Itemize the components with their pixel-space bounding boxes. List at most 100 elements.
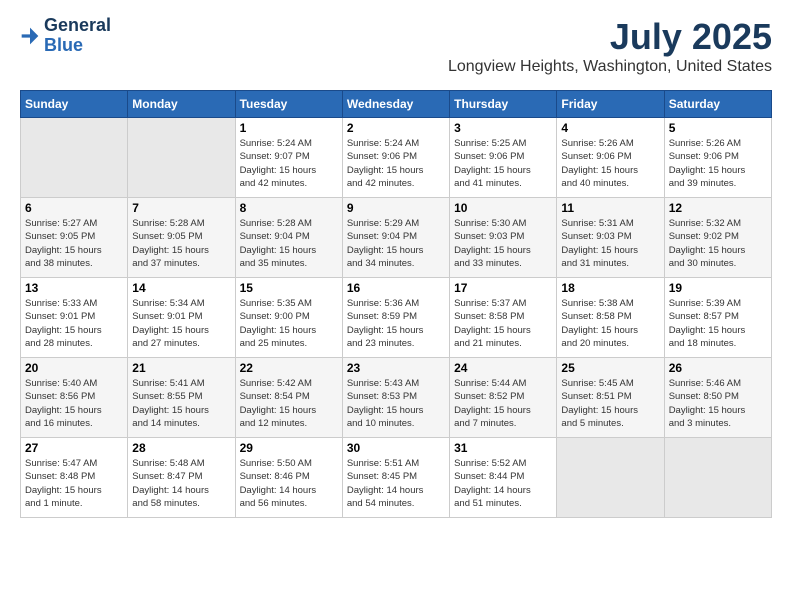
day-number: 13 — [25, 281, 123, 295]
day-info: Sunrise: 5:38 AMSunset: 8:58 PMDaylight:… — [561, 297, 659, 350]
day-info: Sunrise: 5:26 AMSunset: 9:06 PMDaylight:… — [561, 137, 659, 190]
calendar-cell: 31Sunrise: 5:52 AMSunset: 8:44 PMDayligh… — [450, 438, 557, 518]
calendar-cell: 1 Sunrise: 5:24 AMSunset: 9:07 PMDaylight… — [235, 118, 342, 198]
calendar-cell: 28Sunrise: 5:48 AMSunset: 8:47 PMDayligh… — [128, 438, 235, 518]
day-info: Sunrise: 5:43 AMSunset: 8:53 PMDaylight:… — [347, 377, 445, 430]
dow-header: Monday — [128, 91, 235, 118]
dow-header: Tuesday — [235, 91, 342, 118]
day-number: 4 — [561, 121, 659, 135]
day-number: 3 — [454, 121, 552, 135]
day-number: 15 — [240, 281, 338, 295]
calendar-cell: 9 Sunrise: 5:29 AMSunset: 9:04 PMDaylight… — [342, 198, 449, 278]
day-info: Sunrise: 5:44 AMSunset: 8:52 PMDaylight:… — [454, 377, 552, 430]
day-number: 17 — [454, 281, 552, 295]
day-number: 8 — [240, 201, 338, 215]
calendar-cell: 10 Sunrise: 5:30 AMSunset: 9:03 PMDayligh… — [450, 198, 557, 278]
calendar-cell: 27Sunrise: 5:47 AMSunset: 8:48 PMDayligh… — [21, 438, 128, 518]
day-info: Sunrise: 5:32 AMSunset: 9:02 PMDaylight:… — [669, 217, 767, 270]
calendar-subtitle: Longview Heights, Washington, United Sta… — [448, 58, 772, 76]
calendar-cell: 3 Sunrise: 5:25 AMSunset: 9:06 PMDaylight… — [450, 118, 557, 198]
day-info: Sunrise: 5:27 AMSunset: 9:05 PMDaylight:… — [25, 217, 123, 270]
dow-header: Friday — [557, 91, 664, 118]
logo-icon — [20, 26, 40, 46]
calendar-cell: 14 Sunrise: 5:34 AMSunset: 9:01 PMDayligh… — [128, 278, 235, 358]
day-info: Sunrise: 5:25 AMSunset: 9:06 PMDaylight:… — [454, 137, 552, 190]
calendar-table: SundayMondayTuesdayWednesdayThursdayFrid… — [20, 90, 772, 518]
day-number: 2 — [347, 121, 445, 135]
dow-header: Wednesday — [342, 91, 449, 118]
dow-header: Saturday — [664, 91, 771, 118]
calendar-cell: 29 Sunrise: 5:50 AMSunset: 8:46 PMDayligh… — [235, 438, 342, 518]
calendar-cell: 5 Sunrise: 5:26 AMSunset: 9:06 PMDaylight… — [664, 118, 771, 198]
day-info: Sunrise: 5:31 AMSunset: 9:03 PMDaylight:… — [561, 217, 659, 270]
calendar-cell: 2 Sunrise: 5:24 AMSunset: 9:06 PMDaylight… — [342, 118, 449, 198]
calendar-cell — [664, 438, 771, 518]
day-number: 10 — [454, 201, 552, 215]
calendar-cell: 15 Sunrise: 5:35 AMSunset: 9:00 PMDayligh… — [235, 278, 342, 358]
day-number: 9 — [347, 201, 445, 215]
day-info: Sunrise: 5:36 AMSunset: 8:59 PMDaylight:… — [347, 297, 445, 350]
day-info: Sunrise: 5:30 AMSunset: 9:03 PMDaylight:… — [454, 217, 552, 270]
day-info: Sunrise: 5:50 AMSunset: 8:46 PMDaylight:… — [240, 457, 338, 510]
day-info: Sunrise: 5:35 AMSunset: 9:00 PMDaylight:… — [240, 297, 338, 350]
day-info: Sunrise: 5:40 AMSunset: 8:56 PMDaylight:… — [25, 377, 123, 430]
day-number: 31 — [454, 441, 552, 455]
day-info: Sunrise: 5:33 AMSunset: 9:01 PMDaylight:… — [25, 297, 123, 350]
calendar-cell: 26 Sunrise: 5:46 AMSunset: 8:50 PMDayligh… — [664, 358, 771, 438]
day-number: 25 — [561, 361, 659, 375]
day-number: 30 — [347, 441, 445, 455]
calendar-cell: 4 Sunrise: 5:26 AMSunset: 9:06 PMDaylight… — [557, 118, 664, 198]
day-number: 22 — [240, 361, 338, 375]
calendar-title: July 2025 — [448, 16, 772, 58]
day-number: 23 — [347, 361, 445, 375]
calendar-cell: 30 Sunrise: 5:51 AMSunset: 8:45 PMDayligh… — [342, 438, 449, 518]
day-info: Sunrise: 5:37 AMSunset: 8:58 PMDaylight:… — [454, 297, 552, 350]
day-number: 21 — [132, 361, 230, 375]
day-number: 24 — [454, 361, 552, 375]
day-number: 19 — [669, 281, 767, 295]
day-info: Sunrise: 5:41 AMSunset: 8:55 PMDaylight:… — [132, 377, 230, 430]
day-info: Sunrise: 5:26 AMSunset: 9:06 PMDaylight:… — [669, 137, 767, 190]
calendar-cell: 20 Sunrise: 5:40 AMSunset: 8:56 PMDayligh… — [21, 358, 128, 438]
day-number: 29 — [240, 441, 338, 455]
dow-header: Thursday — [450, 91, 557, 118]
day-number: 27 — [25, 441, 123, 455]
calendar-cell: 21 Sunrise: 5:41 AMSunset: 8:55 PMDayligh… — [128, 358, 235, 438]
calendar-cell: 19 Sunrise: 5:39 AMSunset: 8:57 PMDayligh… — [664, 278, 771, 358]
calendar-cell: 12 Sunrise: 5:32 AMSunset: 9:02 PMDayligh… — [664, 198, 771, 278]
calendar-cell: 17 Sunrise: 5:37 AMSunset: 8:58 PMDayligh… — [450, 278, 557, 358]
calendar-cell — [21, 118, 128, 198]
calendar-cell — [128, 118, 235, 198]
dow-header: Sunday — [21, 91, 128, 118]
day-number: 6 — [25, 201, 123, 215]
day-number: 1 — [240, 121, 338, 135]
calendar-cell: 6 Sunrise: 5:27 AMSunset: 9:05 PMDaylight… — [21, 198, 128, 278]
logo-text-line2: Blue — [44, 36, 111, 56]
day-number: 7 — [132, 201, 230, 215]
day-info: Sunrise: 5:39 AMSunset: 8:57 PMDaylight:… — [669, 297, 767, 350]
calendar-cell: 18 Sunrise: 5:38 AMSunset: 8:58 PMDayligh… — [557, 278, 664, 358]
calendar-cell: 16 Sunrise: 5:36 AMSunset: 8:59 PMDayligh… — [342, 278, 449, 358]
day-number: 16 — [347, 281, 445, 295]
day-info: Sunrise: 5:34 AMSunset: 9:01 PMDaylight:… — [132, 297, 230, 350]
day-info: Sunrise: 5:51 AMSunset: 8:45 PMDaylight:… — [347, 457, 445, 510]
day-info: Sunrise: 5:46 AMSunset: 8:50 PMDaylight:… — [669, 377, 767, 430]
calendar-cell — [557, 438, 664, 518]
day-number: 20 — [25, 361, 123, 375]
day-info: Sunrise: 5:28 AMSunset: 9:05 PMDaylight:… — [132, 217, 230, 270]
day-number: 28 — [132, 441, 230, 455]
calendar-cell: 11Sunrise: 5:31 AMSunset: 9:03 PMDayligh… — [557, 198, 664, 278]
day-number: 18 — [561, 281, 659, 295]
day-info: Sunrise: 5:42 AMSunset: 8:54 PMDaylight:… — [240, 377, 338, 430]
day-info: Sunrise: 5:24 AMSunset: 9:06 PMDaylight:… — [347, 137, 445, 190]
day-info: Sunrise: 5:24 AMSunset: 9:07 PMDaylight:… — [240, 137, 338, 190]
day-number: 12 — [669, 201, 767, 215]
day-number: 26 — [669, 361, 767, 375]
day-number: 5 — [669, 121, 767, 135]
calendar-cell: 7 Sunrise: 5:28 AMSunset: 9:05 PMDaylight… — [128, 198, 235, 278]
calendar-cell: 25Sunrise: 5:45 AMSunset: 8:51 PMDayligh… — [557, 358, 664, 438]
calendar-cell: 13 Sunrise: 5:33 AMSunset: 9:01 PMDayligh… — [21, 278, 128, 358]
calendar-cell: 23 Sunrise: 5:43 AMSunset: 8:53 PMDayligh… — [342, 358, 449, 438]
day-info: Sunrise: 5:29 AMSunset: 9:04 PMDaylight:… — [347, 217, 445, 270]
day-number: 14 — [132, 281, 230, 295]
